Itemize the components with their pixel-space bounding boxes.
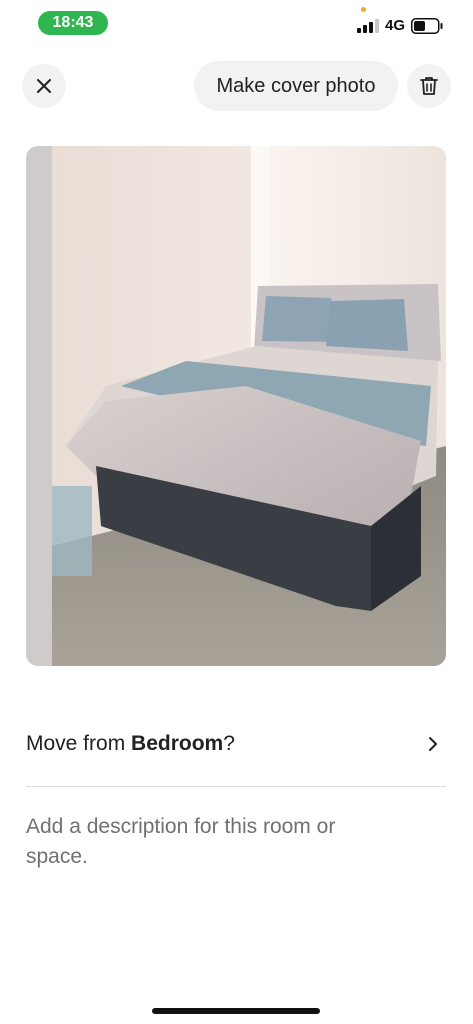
current-room: Bedroom: [131, 732, 224, 755]
trash-icon: [420, 77, 438, 95]
network-type: 4G: [385, 17, 406, 34]
bed-photo-image: [26, 146, 446, 666]
bed-photo[interactable]: [26, 146, 446, 666]
status-time: 18:43: [38, 11, 108, 35]
move-room-row[interactable]: Move from Bedroom?: [26, 712, 446, 776]
description-input[interactable]: Add a description for this room or space…: [26, 812, 386, 872]
divider: [26, 786, 446, 787]
signal-icon: [357, 19, 379, 33]
close-button[interactable]: [22, 64, 66, 108]
status-bar: 18:43 4G: [0, 0, 473, 44]
battery-icon: [411, 18, 443, 34]
photo-detail-screen: 18:43 4G Make cover photo Move from Bedr…: [0, 0, 473, 1024]
delete-button[interactable]: [407, 64, 451, 108]
make-cover-photo-button[interactable]: Make cover photo: [194, 61, 398, 111]
move-suffix: ?: [223, 732, 235, 755]
close-icon: [37, 79, 51, 93]
move-prefix: Move from: [26, 732, 132, 755]
privacy-indicator-dot: [361, 7, 366, 12]
home-indicator[interactable]: [152, 1008, 320, 1014]
move-room-text: Move from Bedroom?: [26, 732, 235, 756]
chevron-right-icon: [429, 737, 437, 751]
